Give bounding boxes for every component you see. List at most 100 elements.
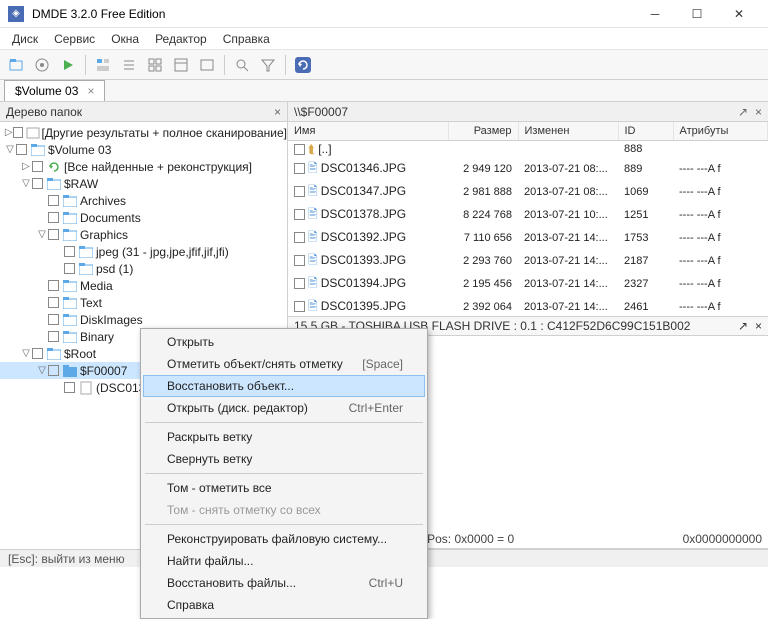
maximize-button[interactable]: ☐: [676, 0, 718, 28]
tb-grid-icon[interactable]: [143, 53, 167, 77]
col-modified[interactable]: Изменен: [518, 122, 618, 140]
tree-item[interactable]: DiskImages: [0, 311, 287, 328]
file-table[interactable]: Имя Размер Изменен ID Атрибуты ⮬ [..]888…: [288, 122, 768, 316]
context-menu[interactable]: ОткрытьОтметить объект/снять отметку[Spa…: [140, 328, 428, 619]
checkbox[interactable]: [294, 232, 305, 243]
tb-filter-icon[interactable]: [256, 53, 280, 77]
checkbox[interactable]: [48, 314, 59, 325]
tab-volume[interactable]: $Volume 03 ×: [4, 80, 105, 101]
menu-item[interactable]: Раскрыть ветку: [143, 426, 425, 448]
menu-editor[interactable]: Редактор: [147, 30, 215, 48]
checkbox[interactable]: [64, 246, 75, 257]
file-row[interactable]: 🖹 DSC01392.JPG7 110 6562013-07-21 14:...…: [288, 227, 768, 250]
checkbox[interactable]: [294, 209, 305, 220]
tree-item[interactable]: Documents: [0, 209, 287, 226]
checkbox[interactable]: [294, 144, 305, 155]
file-row[interactable]: 🖹 DSC01393.JPG2 293 7602013-07-21 14:...…: [288, 250, 768, 273]
expand-icon[interactable]: ▽: [20, 178, 32, 189]
checkbox[interactable]: [32, 348, 43, 359]
checkbox[interactable]: [294, 163, 305, 174]
checkbox[interactable]: [48, 212, 59, 223]
menu-item[interactable]: Восстановить файлы...Ctrl+U: [143, 572, 425, 594]
tb-disk-icon[interactable]: [30, 53, 54, 77]
expand-icon[interactable]: ▷: [4, 127, 13, 138]
menu-item[interactable]: Реконструировать файловую систему...: [143, 528, 425, 550]
tb-open-icon[interactable]: [4, 53, 28, 77]
expand-icon[interactable]: ▽: [20, 348, 32, 359]
device-resize-icon[interactable]: ↗: [738, 319, 748, 333]
tree-item[interactable]: ▽$RAW: [0, 175, 287, 192]
checkbox[interactable]: [13, 127, 22, 138]
menu-item[interactable]: Найти файлы...: [143, 550, 425, 572]
checkbox[interactable]: [64, 263, 75, 274]
checkbox[interactable]: [32, 161, 43, 172]
tree-close-icon[interactable]: ×: [274, 105, 281, 119]
col-id[interactable]: ID: [618, 122, 673, 140]
expand-icon[interactable]: ▽: [4, 144, 16, 155]
tab-close-icon[interactable]: ×: [87, 84, 94, 98]
checkbox[interactable]: [294, 255, 305, 266]
menu-item[interactable]: Восстановить объект...: [143, 375, 425, 397]
tb-list-icon[interactable]: [117, 53, 141, 77]
minimize-button[interactable]: ─: [634, 0, 676, 28]
tb-recover-icon[interactable]: [291, 53, 315, 77]
file-row[interactable]: 🖹 DSC01378.JPG8 224 7682013-07-21 10:...…: [288, 204, 768, 227]
tb-tree-icon[interactable]: [91, 53, 115, 77]
menu-disk[interactable]: Диск: [4, 30, 46, 48]
tb-search-icon[interactable]: [230, 53, 254, 77]
checkbox[interactable]: [48, 195, 59, 206]
checkbox[interactable]: [48, 280, 59, 291]
file-pane-close-icon[interactable]: ×: [755, 105, 762, 119]
checkbox[interactable]: [48, 297, 59, 308]
expand-icon[interactable]: ▽: [36, 365, 48, 376]
tree-item[interactable]: ▽Graphics: [0, 226, 287, 243]
tree-item[interactable]: ▷[Все найденные + реконструкция]: [0, 158, 287, 175]
tree-item[interactable]: ▽$Volume 03: [0, 141, 287, 158]
file-row[interactable]: 🖹 DSC01394.JPG2 195 4562013-07-21 14:...…: [288, 273, 768, 296]
maximize-pane-icon[interactable]: ↗: [738, 105, 748, 119]
menu-item[interactable]: Открыть (диск. редактор)Ctrl+Enter: [143, 397, 425, 419]
checkbox[interactable]: [16, 144, 27, 155]
tree-item[interactable]: ▷[Другие результаты + полное сканировани…: [0, 124, 287, 141]
device-close-icon[interactable]: ×: [755, 319, 762, 333]
checkbox[interactable]: [294, 186, 305, 197]
tb-play-icon[interactable]: [56, 53, 80, 77]
parent-row[interactable]: ⮬ [..]888: [288, 140, 768, 158]
col-attrs[interactable]: Атрибуты: [673, 122, 768, 140]
up-label[interactable]: [..]: [318, 142, 331, 156]
menu-windows[interactable]: Окна: [103, 30, 147, 48]
expand-icon[interactable]: ▽: [36, 229, 48, 240]
menu-item[interactable]: Том - отметить все: [143, 477, 425, 499]
tb-panel-icon[interactable]: [169, 53, 193, 77]
checkbox[interactable]: [294, 301, 305, 312]
file-attrs: ---- ---A f: [673, 273, 768, 296]
checkbox[interactable]: [294, 278, 305, 289]
checkbox[interactable]: [48, 331, 59, 342]
close-button[interactable]: ✕: [718, 0, 760, 28]
checkbox[interactable]: [32, 178, 43, 189]
menu-help[interactable]: Справка: [215, 30, 278, 48]
status-text: [Esc]: выйти из меню: [8, 552, 125, 566]
checkbox[interactable]: [48, 229, 59, 240]
menu-item[interactable]: Отметить объект/снять отметку[Space]: [143, 353, 425, 375]
file-icon: 🖹: [308, 253, 318, 267]
col-size[interactable]: Размер: [448, 122, 518, 140]
checkbox[interactable]: [64, 382, 75, 393]
file-row[interactable]: 🖹 DSC01395.JPG2 392 0642013-07-21 14:...…: [288, 296, 768, 317]
menu-item[interactable]: Открыть: [143, 331, 425, 353]
tree-item[interactable]: psd (1): [0, 260, 287, 277]
checkbox[interactable]: [48, 365, 59, 376]
menu-item[interactable]: Свернуть ветку: [143, 448, 425, 470]
menu-service[interactable]: Сервис: [46, 30, 103, 48]
file-row[interactable]: 🖹 DSC01347.JPG2 981 8882013-07-21 08:...…: [288, 181, 768, 204]
col-name[interactable]: Имя: [288, 122, 448, 140]
tree-item[interactable]: jpeg (31 - jpg,jpe,jfif,jif,jfi): [0, 243, 287, 260]
tree-item[interactable]: Text: [0, 294, 287, 311]
file-row[interactable]: 🖹 DSC01346.JPG2 949 1202013-07-21 08:...…: [288, 158, 768, 181]
tree-item[interactable]: Archives: [0, 192, 287, 209]
file-name: DSC01395.JPG: [321, 299, 406, 313]
expand-icon[interactable]: ▷: [20, 161, 32, 172]
menu-item[interactable]: Справка: [143, 594, 425, 616]
tree-item[interactable]: Media: [0, 277, 287, 294]
tb-card-icon[interactable]: [195, 53, 219, 77]
